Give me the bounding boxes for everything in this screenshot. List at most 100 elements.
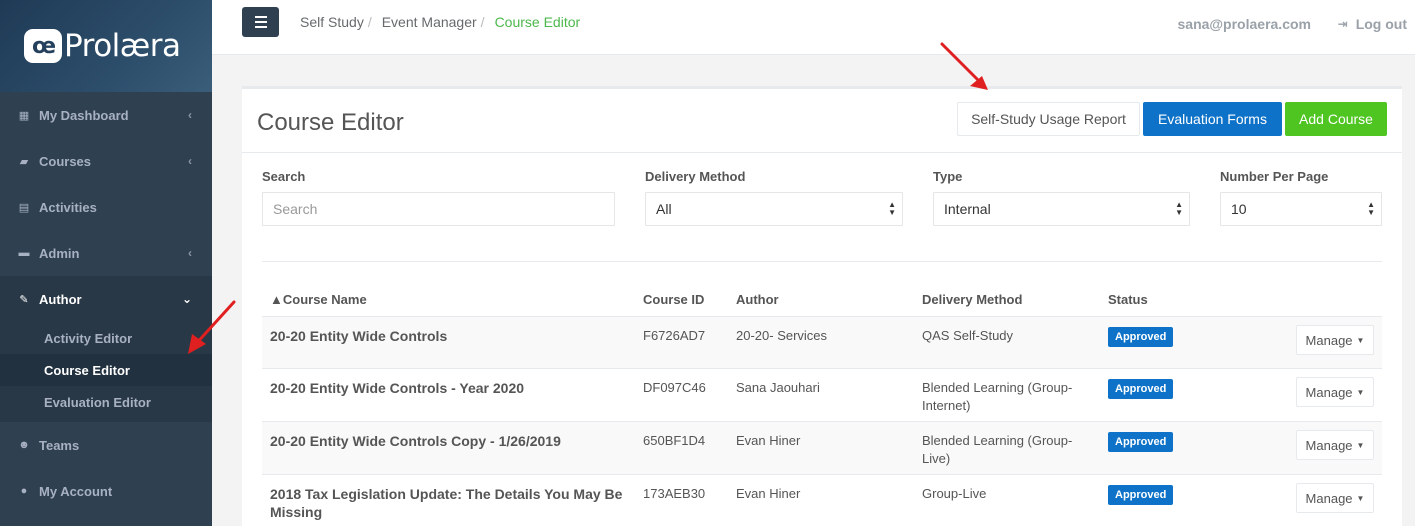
course-author: Evan Hiner	[736, 486, 801, 501]
course-name[interactable]: 20-20 Entity Wide Controls	[270, 327, 630, 345]
sidebar-nav: ▦ My Dashboard ‹ ▰ Courses ‹ ▤ Activitie…	[0, 92, 212, 514]
type-filter: Type Internal ▲ ▼	[933, 169, 1190, 226]
sidebar-item-label: Courses	[39, 153, 92, 169]
status-badge: Approved	[1108, 379, 1174, 399]
select-arrows-icon: ▲ ▼	[1175, 200, 1183, 217]
sidebar-subitem-activity-editor[interactable]: Activity Editor	[0, 322, 212, 354]
table-row: 20-20 Entity Wide Controls F6726AD7 20-2…	[262, 317, 1382, 369]
column-header-status[interactable]: Status	[1108, 292, 1148, 307]
sidebar-item-author[interactable]: ✎ Author ⌄	[0, 276, 212, 322]
chevron-left-icon: ‹	[188, 246, 192, 260]
caret-down-icon: ▼	[1356, 493, 1365, 503]
manage-dropdown-button[interactable]: Manage ▼	[1296, 483, 1374, 513]
course-author: Sana Jaouhari	[736, 380, 820, 395]
status-cell: Approved	[1108, 379, 1174, 399]
manage-label: Manage	[1305, 332, 1353, 348]
breadcrumb-course-editor: Course Editor	[494, 14, 581, 30]
type-select[interactable]: Internal ▲ ▼	[933, 192, 1190, 226]
sign-out-icon: ⇥	[1337, 17, 1348, 31]
logo-text: Prolæra	[64, 28, 181, 64]
card-icon: ▬	[18, 247, 30, 259]
select-arrows-icon: ▲ ▼	[1367, 200, 1375, 217]
status-cell: Approved	[1108, 485, 1174, 505]
pencil-icon: ✎	[19, 293, 29, 306]
status-cell: Approved	[1108, 432, 1174, 452]
author-submenu: Activity Editor Course Editor Evaluation…	[0, 322, 212, 422]
select-arrows-icon: ▲ ▼	[888, 200, 896, 217]
add-course-button[interactable]: Add Course	[1285, 102, 1387, 136]
top-navbar: Self Study / Event Manager / Course Edit…	[212, 0, 1415, 55]
sidebar-subitem-course-editor[interactable]: Course Editor	[0, 354, 212, 386]
sidebar-item-admin[interactable]: ▬ Admin ‹	[0, 230, 212, 276]
hamburger-icon-bar	[254, 16, 267, 18]
number-per-page-select[interactable]: 10 ▲ ▼	[1220, 192, 1382, 226]
logout-link[interactable]: ⇥ Log out	[1338, 16, 1407, 32]
user-icon: ●	[20, 485, 28, 497]
logo-mark-icon: œ	[24, 29, 62, 63]
breadcrumb: Self Study / Event Manager / Course Edit…	[300, 14, 580, 30]
number-per-page-label: Number Per Page	[1220, 169, 1329, 184]
panel-header: Course Editor Self-Study Usage Report Ev…	[242, 89, 1402, 153]
sidebar-item-courses[interactable]: ▰ Courses ‹	[0, 138, 212, 184]
caret-down-icon: ▼	[1356, 387, 1365, 397]
delivery-method-select[interactable]: All ▲ ▼	[645, 192, 903, 226]
evaluation-forms-button[interactable]: Evaluation Forms	[1143, 102, 1282, 136]
self-study-usage-report-button[interactable]: Self-Study Usage Report	[957, 102, 1140, 136]
search-input[interactable]: Search	[262, 192, 615, 226]
number-per-page-value: 10	[1231, 201, 1247, 217]
status-cell: Approved	[1108, 327, 1174, 347]
sidebar-item-label: My Dashboard	[39, 107, 129, 123]
column-header-author[interactable]: Author	[736, 292, 779, 307]
menu-toggle-button[interactable]	[242, 7, 279, 37]
sidebar-item-my-dashboard[interactable]: ▦ My Dashboard ‹	[0, 92, 212, 138]
breadcrumb-self-study[interactable]: Self Study	[300, 14, 364, 30]
table-row: 2018 Tax Legislation Update: The Details…	[262, 475, 1382, 526]
sidebar-item-label: Author	[39, 291, 82, 307]
course-name[interactable]: 20-20 Entity Wide Controls Copy - 1/26/2…	[270, 432, 630, 450]
user-email: sana@prolaera.com	[1177, 16, 1312, 32]
breadcrumb-separator: /	[367, 14, 372, 30]
manage-dropdown-button[interactable]: Manage ▼	[1296, 377, 1374, 407]
sidebar-item-label: Teams	[39, 437, 80, 453]
status-badge: Approved	[1108, 432, 1174, 452]
page-title: Course Editor	[257, 109, 404, 136]
course-author: 20-20- Services	[736, 328, 828, 343]
sidebar-item-activities[interactable]: ▤ Activities	[0, 184, 212, 230]
sidebar-item-my-account[interactable]: ● My Account	[0, 468, 212, 514]
table-row: 20-20 Entity Wide Controls - Year 2020 D…	[262, 369, 1382, 422]
sidebar-item-label: Activities	[39, 199, 97, 215]
manage-label: Manage	[1305, 384, 1353, 400]
course-name[interactable]: 2018 Tax Legislation Update: The Details…	[270, 485, 630, 521]
dashboard-icon: ▦	[18, 109, 30, 122]
manage-label: Manage	[1305, 437, 1353, 453]
breadcrumb-event-manager[interactable]: Event Manager	[382, 14, 477, 30]
manage-dropdown-button[interactable]: Manage ▼	[1296, 430, 1374, 460]
course-delivery-method: Blended Learning (Group-Live)	[922, 433, 1073, 466]
table-body: 20-20 Entity Wide Controls F6726AD7 20-2…	[262, 317, 1382, 526]
sidebar-subitem-evaluation-editor[interactable]: Evaluation Editor	[0, 386, 212, 418]
status-badge: Approved	[1108, 485, 1174, 505]
course-id: DF097C46	[643, 380, 706, 395]
manage-dropdown-button[interactable]: Manage ▼	[1296, 325, 1374, 355]
sidebar: œ Prolæra ▦ My Dashboard ‹ ▰ Courses ‹ ▤…	[0, 0, 212, 526]
course-id: 650BF1D4	[643, 433, 706, 448]
logo[interactable]: œ Prolæra	[0, 0, 212, 92]
number-per-page-filter: Number Per Page 10 ▲ ▼	[1220, 169, 1382, 226]
sidebar-item-label: My Account	[39, 483, 113, 499]
sidebar-item-teams[interactable]: ☻ Teams	[0, 422, 212, 468]
courses-table: ▲Course Name Course ID Author Delivery M…	[262, 281, 1382, 526]
delivery-method-value: All	[656, 201, 672, 217]
chevron-left-icon: ‹	[188, 154, 192, 168]
book-icon: ▰	[19, 155, 29, 168]
chevron-down-icon: ⌄	[181, 292, 192, 306]
column-header-course-id[interactable]: Course ID	[643, 292, 704, 307]
column-header-delivery-method[interactable]: Delivery Method	[922, 292, 1022, 307]
delivery-method-filter: Delivery Method All ▲ ▼	[645, 169, 903, 226]
column-header-course-name[interactable]: ▲Course Name	[270, 292, 367, 307]
logout-label: Log out	[1355, 16, 1407, 32]
course-author: Evan Hiner	[736, 433, 801, 448]
course-name[interactable]: 20-20 Entity Wide Controls - Year 2020	[270, 379, 630, 397]
breadcrumb-separator: /	[480, 14, 485, 30]
course-id: 173AEB30	[643, 486, 706, 501]
divider	[262, 261, 1382, 262]
